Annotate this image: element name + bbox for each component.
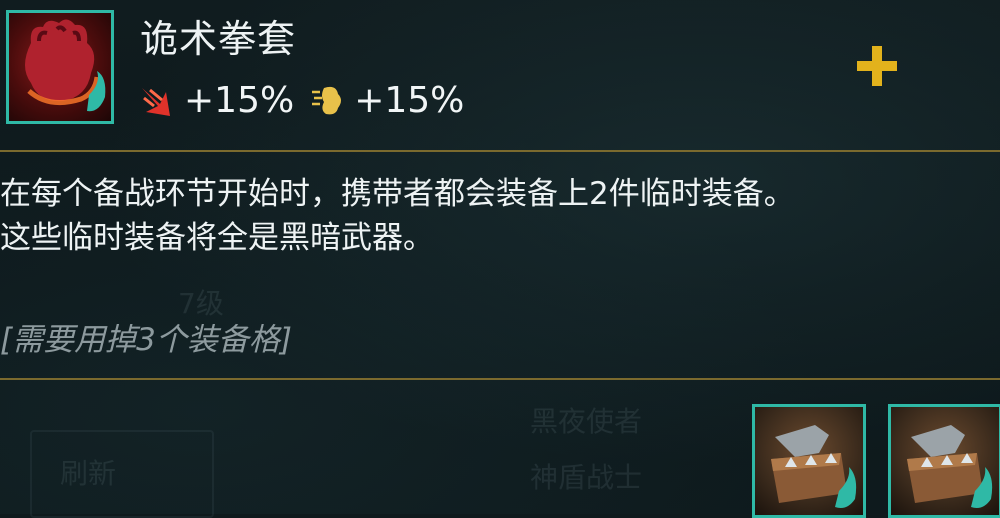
divider-bottom <box>0 378 1000 380</box>
thiefs-gloves-icon <box>6 10 114 124</box>
background-refresh-text: 刷新 <box>60 457 117 490</box>
crit-chance-icon <box>310 82 346 118</box>
divider-top <box>0 150 1000 152</box>
attack-speed-icon <box>140 82 176 118</box>
stat-value: +15% <box>184 79 295 121</box>
stat-value: +15% <box>354 79 465 121</box>
recipe-component-sparring-gloves[interactable] <box>752 404 866 518</box>
background-refresh-button <box>30 430 214 518</box>
description-line: 在每个备战环节开始时，携带者都会装备上2件临时装备。 <box>0 176 795 212</box>
plus-icon <box>853 42 901 90</box>
item-requirement: [需要用掉3个装备格] <box>0 322 292 358</box>
background-trait-2: 神盾战士 <box>530 461 643 494</box>
background-trait-1: 黑夜使者 <box>530 405 643 438</box>
stat-attack-speed: +15% <box>140 80 294 121</box>
recipe-component-sparring-gloves[interactable] <box>888 404 1000 518</box>
item-stats: +15% +15% <box>140 76 480 124</box>
stat-crit-chance: +15% <box>310 80 464 121</box>
description-line: 这些临时装备将全是黑暗武器。 <box>0 220 434 256</box>
item-description: 在每个备战环节开始时，携带者都会装备上2件临时装备。 这些临时装备将全是黑暗武器… <box>0 172 1000 260</box>
item-name: 诡术拳套 <box>140 17 297 61</box>
